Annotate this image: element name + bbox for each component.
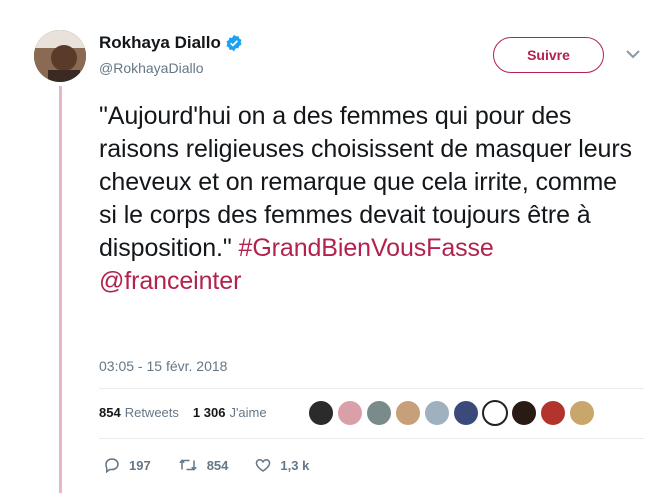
likes-stat[interactable]: 1 306 J'aime [193,405,267,420]
likers-avatars [308,400,598,426]
liker-avatar[interactable] [366,400,392,426]
divider-bottom [99,438,644,439]
author-name-row[interactable]: Rokhaya Diallo [99,33,243,53]
avatar[interactable] [34,30,86,82]
retweet-button[interactable]: 854 [177,456,229,474]
display-name[interactable]: Rokhaya Diallo [99,33,221,53]
reply-icon [105,458,119,474]
retweet-count: 854 [206,457,229,473]
tweet-actions: 197 854 1,3 k [103,456,335,474]
divider-top [99,388,644,389]
reply-count: 197 [129,457,151,473]
tweet-text: "Aujourd'hui on a des femmes qui pour de… [99,100,639,298]
mention-link[interactable]: @franceinter [99,267,241,295]
tweet-timestamp[interactable]: 03:05 - 15 févr. 2018 [99,358,227,374]
liker-avatar[interactable] [424,400,450,426]
tweet-stats: 854 Retweets 1 306 J'aime [99,405,267,420]
thread-line [59,86,62,493]
retweets-count: 854 [99,405,121,420]
like-count: 1,3 k [280,457,310,473]
liker-avatar[interactable] [482,400,508,426]
likes-label: J'aime [229,405,267,420]
retweet-icon [178,459,197,471]
liker-avatar[interactable] [540,400,566,426]
liker-avatar[interactable] [337,400,363,426]
retweets-stat[interactable]: 854 Retweets [99,405,179,420]
liker-avatar[interactable] [569,400,595,426]
verified-badge-icon [226,34,242,52]
hashtag-link[interactable]: #GrandBienVousFasse [239,234,494,262]
follow-button[interactable]: Suivre [493,37,604,73]
liker-avatar[interactable] [395,400,421,426]
likes-count: 1 306 [192,405,226,420]
liker-avatar[interactable] [511,400,537,426]
heart-icon [256,458,271,472]
liker-avatar[interactable] [308,400,334,426]
liker-avatar[interactable] [453,400,479,426]
chevron-down-icon[interactable] [625,48,641,60]
like-button[interactable]: 1,3 k [254,456,309,474]
reply-button[interactable]: 197 [103,456,151,474]
retweets-label: Retweets [124,405,179,420]
author-handle[interactable]: @RokhayaDiallo [99,60,203,76]
